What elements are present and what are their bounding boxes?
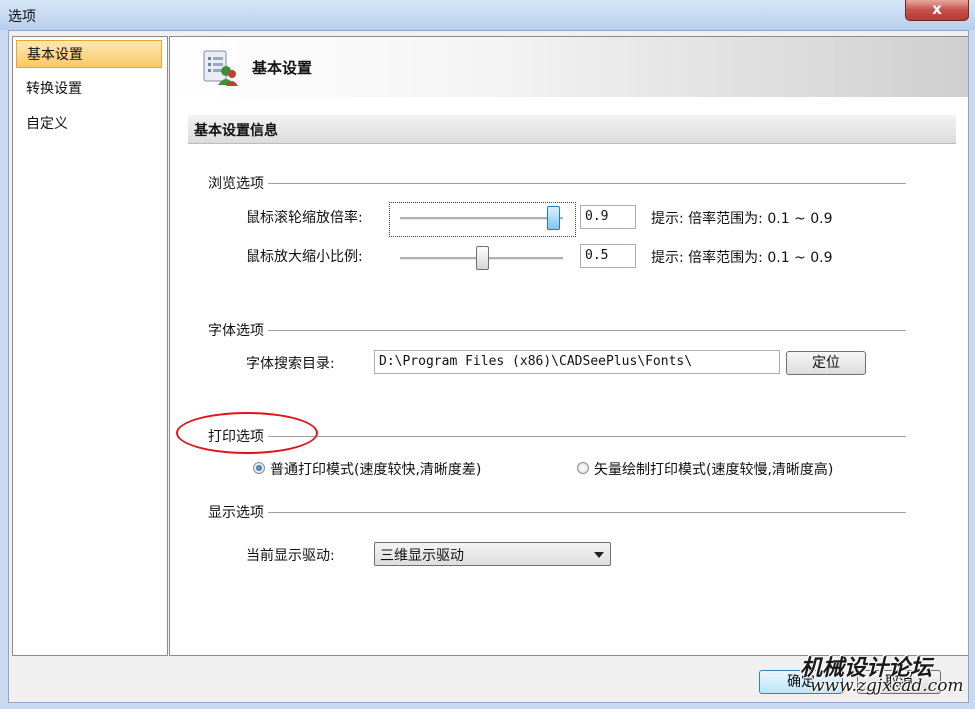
print-normal-radio[interactable] [253, 462, 265, 474]
font-group-line [208, 330, 906, 331]
page-title: 基本设置 [252, 59, 313, 77]
close-button[interactable]: x [905, 0, 969, 21]
watermark-url: www.zgjxcad.com [810, 676, 964, 696]
wheel-slider-thumb[interactable] [546, 206, 560, 230]
zoom-ratio-hint: 提示: 倍率范围为: 0.1 ~ 0.9 [651, 250, 833, 266]
font-dir-input[interactable]: D:\Program Files (x86)\CADSeePlus\Fonts\ [374, 350, 780, 374]
red-annotation-ellipse [176, 412, 318, 454]
print-normal-label[interactable]: 普通打印模式(速度较快,清晰度差) [270, 459, 481, 479]
nav-item-basic[interactable]: 基本设置 [16, 40, 162, 68]
nav-item-convert[interactable]: 转换设置 [16, 75, 162, 103]
nav-list: 基本设置 转换设置 自定义 [12, 36, 168, 656]
display-group-line [208, 512, 906, 513]
display-driver-value: 三维显示驱动 [380, 548, 464, 564]
content-panel: 基本设置 基本设置信息 浏览选项 鼠标滚轮缩放倍率: 0.9 提示: 倍率范围为… [169, 36, 968, 656]
browse-group-title: 浏览选项 [208, 173, 268, 193]
section-header: 基本设置信息 [188, 115, 956, 144]
title-bar: 选项 x [0, 0, 975, 30]
wheel-zoom-input[interactable]: 0.9 [580, 205, 636, 229]
browse-group-line [208, 183, 906, 184]
zoom-slider-thumb[interactable] [476, 246, 489, 270]
zoom-ratio-input[interactable]: 0.5 [580, 244, 636, 268]
display-group-title: 显示选项 [208, 502, 268, 522]
window-title: 选项 [8, 9, 36, 25]
font-group-title: 字体选项 [208, 320, 268, 340]
wheel-zoom-hint: 提示: 倍率范围为: 0.1 ~ 0.9 [651, 211, 833, 227]
wheel-zoom-label: 鼠标滚轮缩放倍率: [246, 210, 363, 226]
chevron-down-icon [594, 552, 604, 558]
dialog-client: 基本设置 转换设置 自定义 基本设置 基本设置信息 浏览选项 鼠标滚轮缩放倍率:… [8, 30, 969, 703]
close-icon: x [932, 0, 942, 18]
print-vector-radio[interactable] [577, 462, 589, 474]
display-driver-select[interactable]: 三维显示驱动 [374, 542, 611, 566]
settings-users-icon [203, 50, 238, 86]
nav-item-custom[interactable]: 自定义 [16, 110, 162, 138]
wheel-slider-track[interactable] [400, 217, 563, 220]
header-band: 基本设置 [170, 37, 968, 97]
section-title: 基本设置信息 [194, 123, 278, 139]
display-driver-label: 当前显示驱动: [246, 548, 335, 564]
font-dir-label: 字体搜索目录: [246, 356, 335, 372]
locate-button[interactable]: 定位 [786, 351, 866, 375]
print-vector-label[interactable]: 矢量绘制打印模式(速度较慢,清晰度高) [594, 459, 833, 479]
zoom-ratio-label: 鼠标放大缩小比例: [246, 249, 363, 265]
